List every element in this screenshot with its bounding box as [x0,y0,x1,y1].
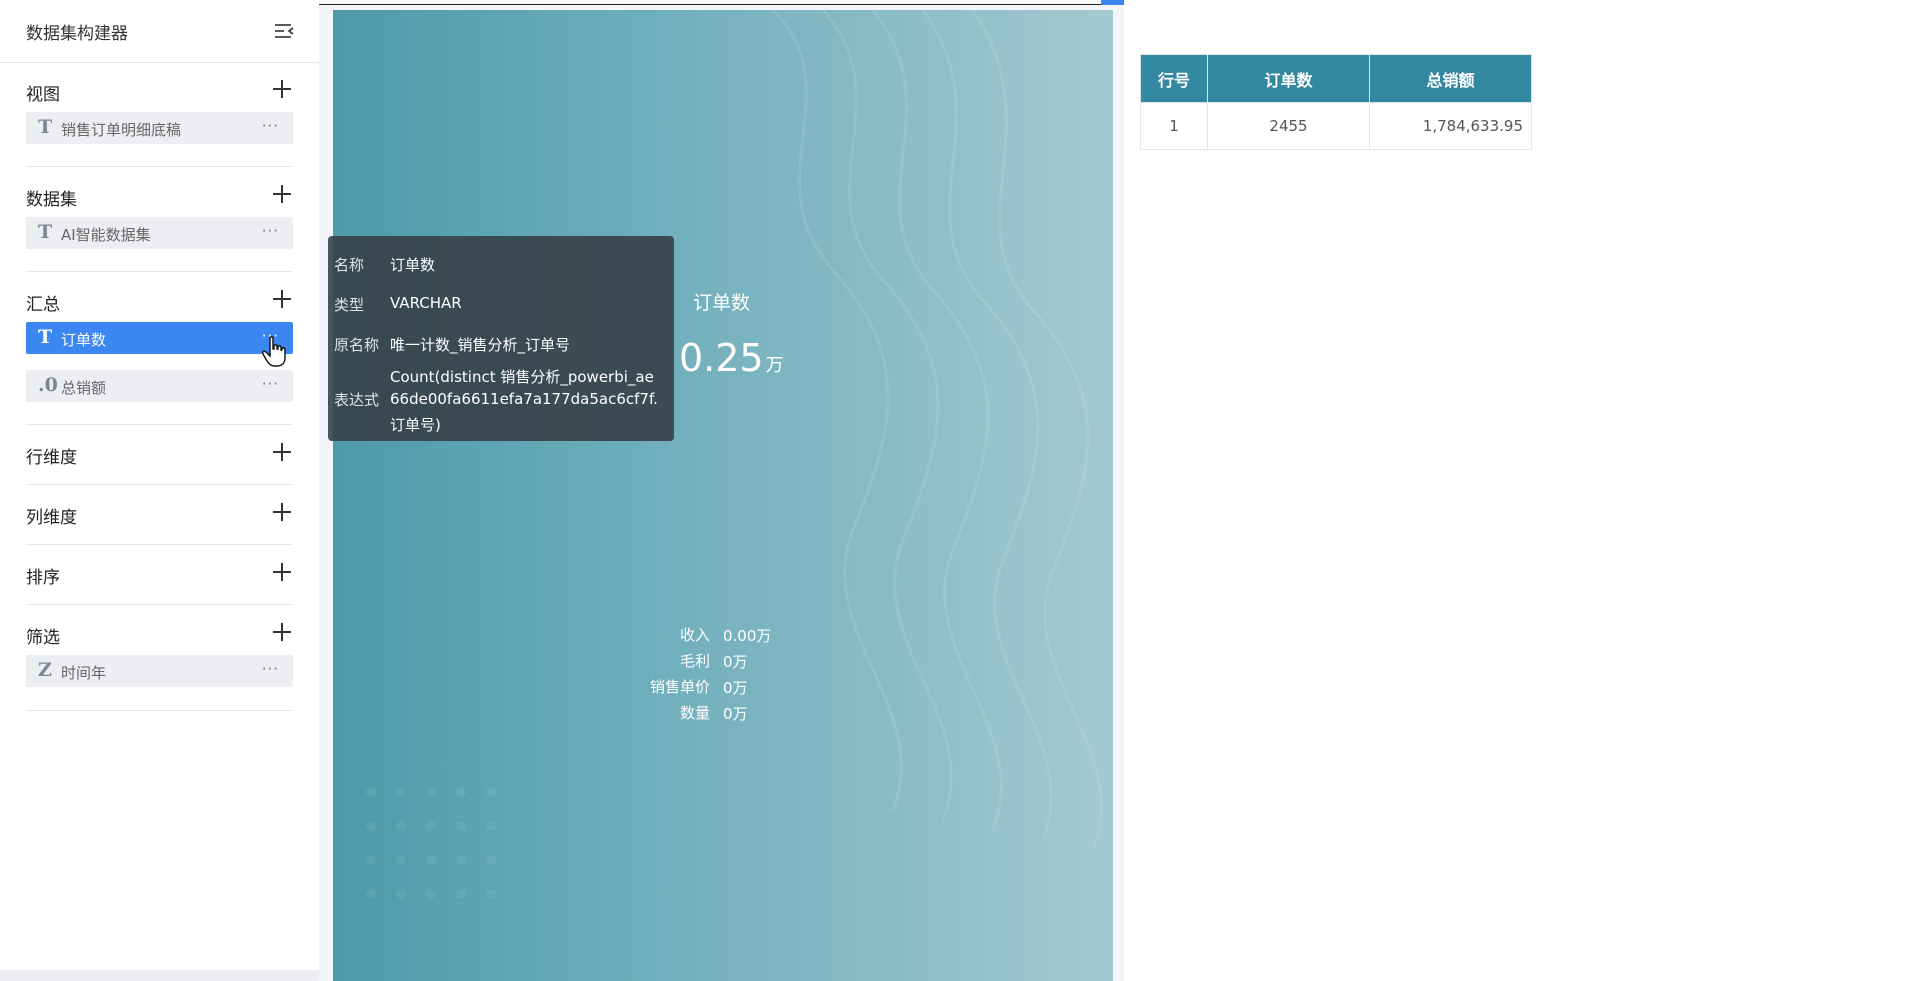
table-cell-row-number: 1 [1140,102,1208,150]
section-divider [26,604,293,605]
stat-label-revenue: 收入 [679,626,710,644]
section-divider [26,166,293,167]
panel-title: 数据集构建器 [26,24,128,44]
table-row: 1 2455 1,784,633.95 [1140,102,1532,150]
section-divider [26,544,293,545]
field-name: 总销额 [61,379,107,397]
background-wave-decoration [366,10,1103,899]
dashboard-canvas[interactable]: 订单数 0.25 万 收入 0.00万 毛利 0万 销售单价 0万 数量 0万 [333,10,1113,981]
tooltip-original-name-label: 原名称 [334,336,380,354]
tooltip-expression-line-1: Count(distinct 销售分析_powerbi_ae [390,368,654,386]
more-options-icon[interactable]: ··· [262,375,279,393]
field-item-total-sales[interactable]: .0 总销额 ··· [26,370,293,402]
tooltip-expression-line-3: 订单号) [390,416,441,434]
section-title-summary: 汇总 [26,295,60,315]
panel-header: 数据集构建器 [0,0,319,63]
more-options-icon[interactable]: ··· [262,117,279,135]
field-item-filter-year[interactable]: Z 时间年 ··· [26,655,293,687]
field-name: 销售订单明细底稿 [61,121,182,139]
kpi-number: 0.25 [679,336,764,380]
add-summary-plus-icon[interactable] [270,287,294,311]
section-title-filter: 筛选 [26,628,60,648]
stat-label-unit-price: 销售单价 [649,678,710,696]
section-divider [26,710,293,711]
column-header-total-sales[interactable]: 总销额 [1369,54,1532,103]
add-row-dimension-plus-icon[interactable] [270,440,294,464]
column-header-row-number[interactable]: 行号 [1140,54,1208,103]
hand-pointer-cursor-icon [262,336,286,367]
number-type-icon: .0 [38,374,58,396]
tooltip-type-value: VARCHAR [390,294,462,312]
section-divider [26,484,293,485]
field-name: AI智能数据集 [61,226,151,244]
add-column-dimension-plus-icon[interactable] [270,500,294,524]
field-name: 订单数 [61,331,107,349]
table-header-row: 行号 订单数 总销额 [1140,54,1532,103]
field-name: 时间年 [61,664,107,682]
tooltip-type-label: 类型 [334,296,365,314]
add-view-plus-icon[interactable] [270,77,294,101]
dataset-builder-panel: 数据集构建器 视图 T 销售订单明细底稿 ··· 数据集 T AI智能数据集 ·… [0,0,319,981]
kpi-title: 订单数 [693,292,751,314]
stat-value-revenue: 0.00万 [723,627,772,645]
date-type-icon: Z [38,659,52,681]
more-options-icon[interactable]: ··· [262,222,279,240]
table-cell-order-count: 2455 [1207,102,1370,150]
add-dataset-plus-icon[interactable] [270,182,294,206]
text-type-icon: T [38,221,53,243]
tooltip-name-value: 订单数 [390,256,436,274]
collapse-panel-icon[interactable] [273,20,295,42]
kpi-value: 0.25 万 [679,336,784,380]
add-sort-plus-icon[interactable] [270,560,294,584]
stat-label-gross-profit: 毛利 [679,652,710,670]
tooltip-expression-label: 表达式 [334,391,380,409]
column-header-order-count[interactable]: 订单数 [1207,54,1370,103]
section-divider [26,424,293,425]
tooltip-expression-line-2: 66de00fa6611efa7a177da5ac6cf7f. [390,390,658,408]
section-title-sort: 排序 [26,568,60,588]
stat-value-unit-price: 0万 [723,679,748,697]
table-cell-total-sales: 1,784,633.95 [1369,102,1532,150]
section-title-row-dimension: 行维度 [26,448,77,468]
add-filter-plus-icon[interactable] [270,620,294,644]
field-item-view[interactable]: T 销售订单明细底稿 ··· [26,112,293,144]
section-divider [26,271,293,272]
tooltip-original-name-value: 唯一计数_销售分析_订单号 [390,336,571,354]
stat-label-quantity: 数量 [679,704,710,722]
field-item-order-count[interactable]: T 订单数 ··· [26,322,293,354]
panel-footer [0,970,319,981]
field-item-dataset[interactable]: T AI智能数据集 ··· [26,217,293,249]
more-options-icon[interactable]: ··· [262,660,279,678]
text-type-icon: T [38,326,53,348]
section-title-view: 视图 [26,85,60,105]
section-title-column-dimension: 列维度 [26,508,77,528]
kpi-unit: 万 [765,355,784,376]
stat-value-quantity: 0万 [723,705,748,723]
text-type-icon: T [38,116,53,138]
section-title-dataset: 数据集 [26,190,77,210]
field-info-tooltip: 名称 订单数 类型 VARCHAR 原名称 唯一计数_销售分析_订单号 表达式 … [328,236,674,441]
result-table: 行号 订单数 总销额 1 2455 1,784,633.95 [1140,54,1532,150]
stat-value-gross-profit: 0万 [723,653,748,671]
tooltip-name-label: 名称 [334,256,365,274]
